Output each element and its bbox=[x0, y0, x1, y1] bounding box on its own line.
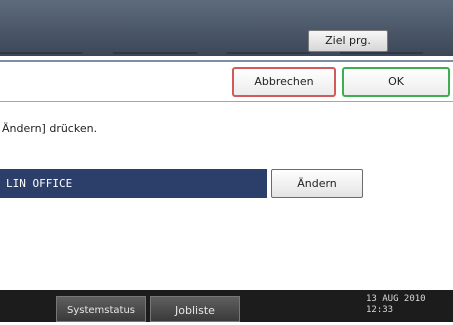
dialog-divider bbox=[0, 60, 453, 62]
date-time-display: 13 AUG 2010 12:33 bbox=[366, 294, 450, 316]
header-tab-lines bbox=[0, 52, 453, 56]
program-destination-button[interactable]: Ziel prg. bbox=[308, 30, 388, 52]
dialog-divider-2 bbox=[0, 101, 453, 102]
time-text: 12:33 bbox=[366, 305, 394, 315]
instruction-text: Ändern] drücken. bbox=[2, 122, 98, 135]
cancel-button[interactable]: Abbrechen bbox=[232, 67, 336, 97]
job-list-button[interactable]: Jobliste bbox=[150, 296, 240, 322]
ok-button[interactable]: OK bbox=[342, 67, 450, 97]
date-text: 13 AUG 2010 bbox=[366, 294, 426, 304]
selected-name-field: LIN OFFICE bbox=[0, 169, 267, 198]
system-status-button[interactable]: Systemstatus bbox=[56, 296, 146, 322]
change-button[interactable]: Ändern bbox=[271, 169, 363, 198]
